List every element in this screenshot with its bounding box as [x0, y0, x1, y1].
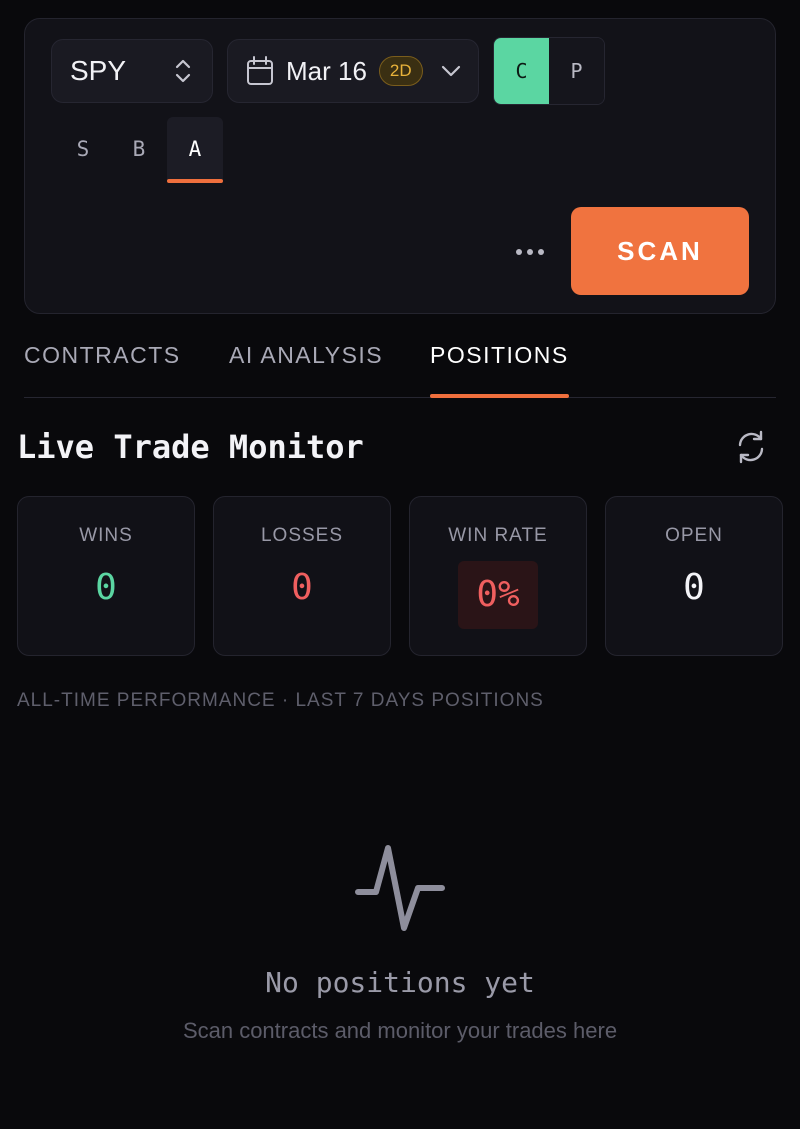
- stat-card-win-rate: WIN RATE 0%: [409, 496, 587, 656]
- stat-card-wins: WINS 0: [17, 496, 195, 656]
- more-options-icon[interactable]: [513, 237, 547, 267]
- call-put-toggle: C P: [493, 37, 605, 105]
- stat-card-open: OPEN 0: [605, 496, 783, 656]
- stat-value-win-rate: 0%: [458, 561, 538, 629]
- ticker-value: SPY: [70, 55, 127, 86]
- calendar-icon: [247, 56, 273, 85]
- grade-s-button[interactable]: S: [55, 117, 111, 181]
- section-tabs: CONTRACTS AI ANALYSIS POSITIONS: [24, 330, 776, 398]
- empty-state-title: No positions yet: [265, 966, 535, 999]
- stat-card-losses: LOSSES 0: [213, 496, 391, 656]
- tab-contracts[interactable]: CONTRACTS: [24, 342, 181, 396]
- refresh-icon[interactable]: [732, 428, 770, 466]
- empty-state-subtitle: Scan contracts and monitor your trades h…: [182, 1018, 618, 1043]
- stat-value-losses: 0: [291, 567, 313, 608]
- call-option-button[interactable]: C: [494, 38, 549, 104]
- expiry-date-value: Mar 16: [286, 55, 367, 86]
- up-down-chevron-icon: [175, 59, 191, 83]
- stat-label: OPEN: [665, 525, 723, 546]
- tab-ai-analysis[interactable]: AI ANALYSIS: [229, 342, 383, 396]
- grade-b-button[interactable]: B: [111, 117, 167, 181]
- expiry-date-select[interactable]: Mar 16 2D: [227, 39, 479, 103]
- stat-value-wins: 0: [95, 567, 117, 608]
- grade-filter-segment: S B A: [55, 117, 223, 183]
- performance-subtitle: ALL-TIME PERFORMANCE · LAST 7 DAYS POSIT…: [17, 690, 544, 711]
- stat-label: WIN RATE: [448, 525, 548, 546]
- page-title: Live Trade Monitor: [17, 428, 364, 466]
- days-to-expiry-badge: 2D: [378, 56, 423, 86]
- tab-positions[interactable]: POSITIONS: [430, 342, 569, 398]
- stat-value-open: 0: [683, 567, 705, 608]
- scan-button[interactable]: SCAN: [571, 207, 749, 295]
- activity-pulse-icon: [355, 845, 445, 931]
- ticker-select[interactable]: SPY: [51, 39, 213, 103]
- stat-label: WINS: [79, 525, 133, 546]
- put-option-button[interactable]: P: [549, 38, 604, 104]
- chevron-down-icon: [441, 65, 461, 77]
- stat-label: LOSSES: [260, 525, 344, 546]
- scan-controls-panel: SPY Mar 16 2D C P S B A SCAN: [24, 18, 776, 314]
- grade-a-button[interactable]: A: [167, 117, 223, 183]
